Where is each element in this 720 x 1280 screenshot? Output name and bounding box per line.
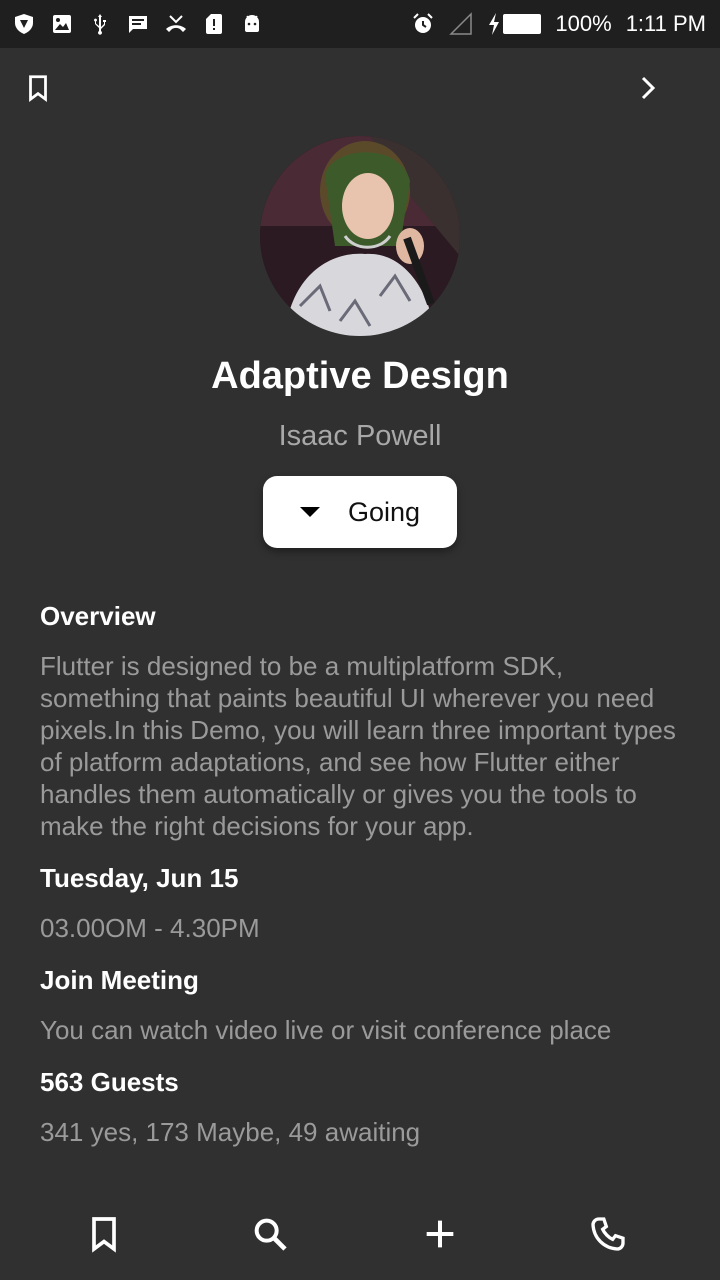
image-icon (50, 12, 74, 36)
app-bar (0, 48, 720, 128)
meeting-heading: Join Meeting (40, 965, 199, 995)
missed-call-icon (164, 12, 188, 36)
meeting-text: You can watch video live or visit confer… (40, 1015, 612, 1045)
android-icon (240, 12, 264, 36)
battery-group (487, 12, 542, 36)
message-icon (126, 12, 150, 36)
event-detail-screen: 100% 1:11 PM Adaptive Design Isaac Powel… (0, 0, 720, 1280)
guests-heading: 563 Guests (40, 1067, 179, 1097)
rsvp-label: Going (347, 496, 421, 527)
event-details: Overview Flutter is designed to be a mul… (40, 598, 680, 1148)
next-button[interactable] (628, 68, 668, 108)
usb-icon (88, 12, 112, 36)
bookmark-button[interactable] (18, 68, 58, 108)
guests-text: 341 yes, 173 Maybe, 49 awaiting (40, 1117, 421, 1147)
bookmark-outline-icon (29, 75, 47, 102)
event-title: Adaptive Design (211, 355, 509, 397)
shield-icon (12, 12, 36, 36)
date-heading: Tuesday, Jun 15 (40, 863, 239, 893)
status-left-icons (12, 12, 264, 36)
phone-icon (591, 1217, 625, 1251)
nav-add-button[interactable] (416, 1210, 464, 1258)
signal-icon (449, 12, 473, 36)
rsvp-dropdown-button[interactable]: Going (263, 476, 457, 548)
speaker-name: Isaac Powell (278, 420, 442, 452)
status-time: 1:11 PM (625, 11, 706, 36)
speaker-avatar (260, 136, 460, 336)
status-right-icons: 100% 1:11 PM (411, 11, 706, 37)
bottom-navigation (0, 1192, 720, 1280)
charging-icon (487, 12, 501, 36)
status-bar: 100% 1:11 PM (0, 0, 720, 48)
caret-down-icon (299, 507, 320, 517)
battery-percent: 100% (555, 11, 612, 36)
nav-phone-button[interactable] (584, 1210, 632, 1258)
sim-alert-icon (202, 12, 226, 36)
bookmark-icon (92, 1217, 116, 1253)
search-icon (254, 1218, 287, 1251)
overview-heading: Overview (40, 601, 156, 631)
alarm-icon (411, 12, 435, 36)
nav-search-button[interactable] (246, 1210, 294, 1258)
overview-text: Flutter is designed to be a multiplatfor… (40, 651, 676, 841)
time-range: 03.00OM - 4.30PM (40, 913, 260, 943)
battery-icon (503, 14, 542, 34)
add-icon (426, 1220, 454, 1248)
chevron-right-icon (641, 76, 656, 100)
nav-bookmark-button[interactable] (80, 1210, 128, 1258)
